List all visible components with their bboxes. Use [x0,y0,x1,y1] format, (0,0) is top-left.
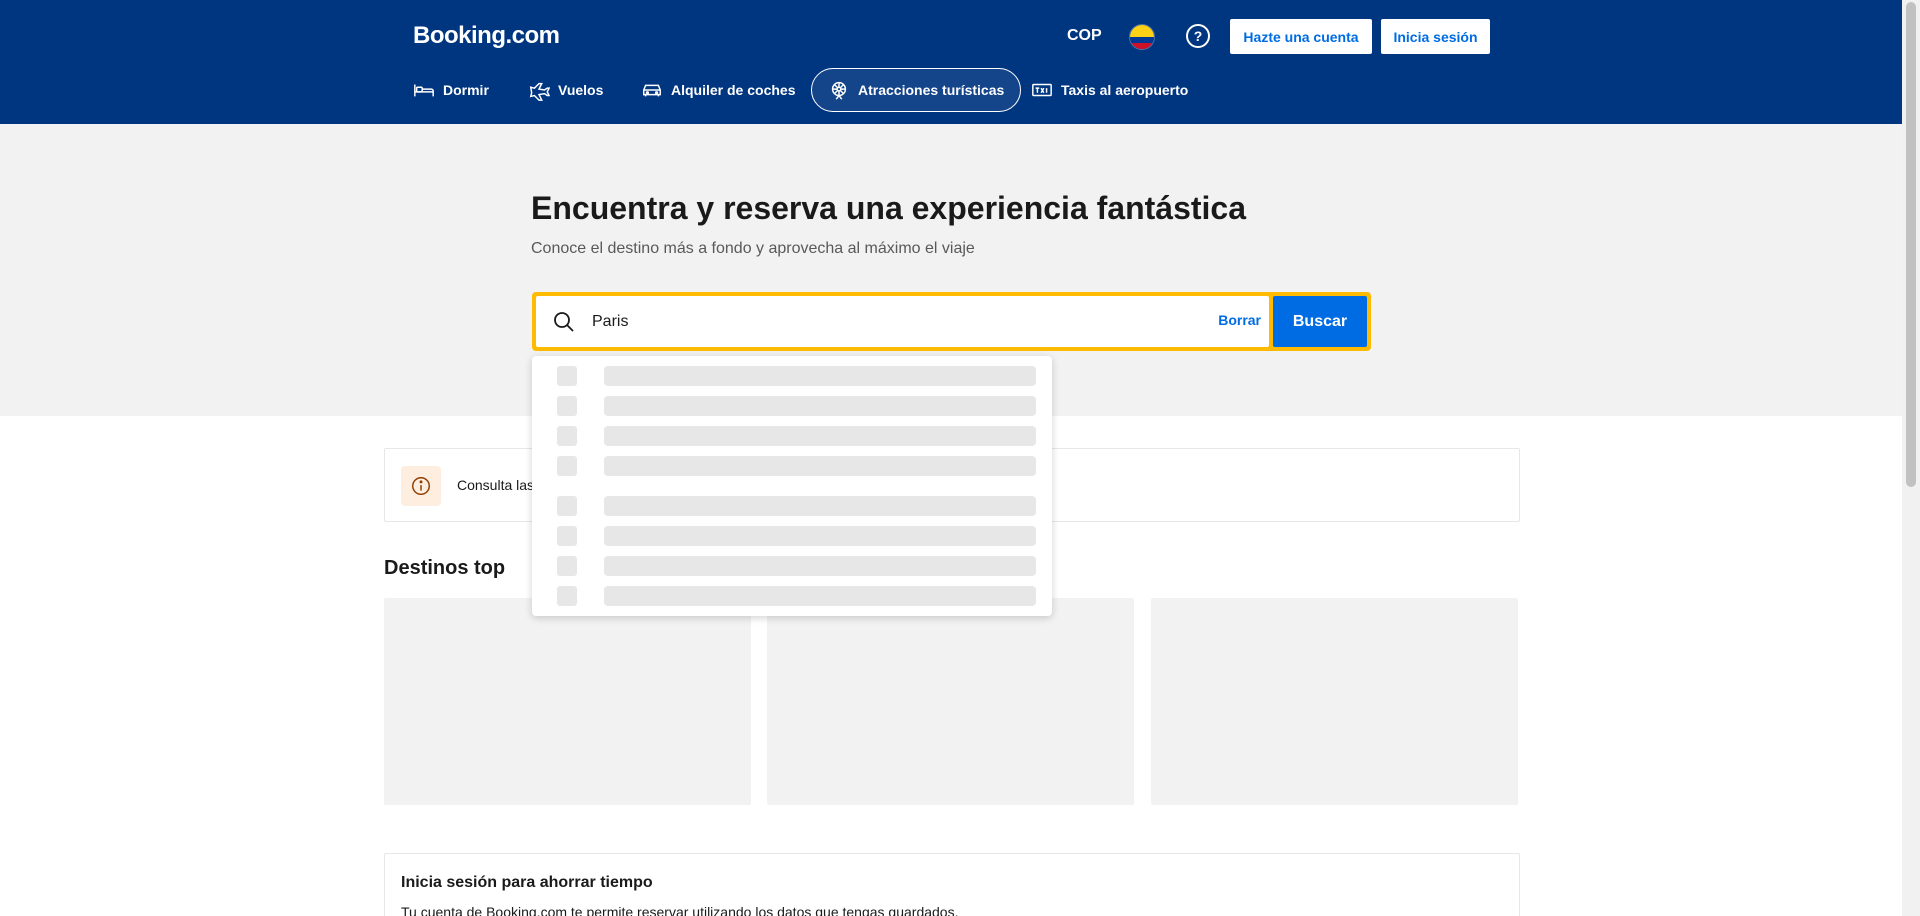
nav-item-airport-taxis[interactable]: Taxis al aeropuerto [1031,68,1188,112]
skeleton-suggestion [557,526,1036,546]
skeleton-suggestion [557,556,1036,576]
page-scrollbar[interactable] [1902,0,1920,916]
plane-icon [529,82,550,101]
signin-prompt-title: Inicia sesión para ahorrar tiempo [401,874,653,891]
page-title: Encuentra y reserva una experiencia fant… [531,190,1247,226]
nav-item-label: Vuelos [558,82,604,98]
clear-button[interactable]: Borrar [1218,312,1261,328]
skeleton-suggestion [557,456,1036,476]
search-field[interactable]: Borrar [536,296,1269,347]
search-button[interactable]: Buscar [1273,296,1367,347]
search-bar: Borrar Buscar [532,292,1371,351]
info-icon [401,466,441,506]
destination-card[interactable] [767,598,1134,805]
skeleton-suggestion [557,426,1036,446]
nav-item-car-rental[interactable]: Alquiler de coches [641,68,795,112]
nav-item-attractions[interactable]: Atracciones turísticas [811,68,1022,112]
bed-icon [414,84,434,97]
signin-prompt-text: Tu cuenta de Booking.com te permite rese… [401,904,959,916]
ferris-wheel-icon [831,81,847,100]
help-icon[interactable]: ? [1186,24,1210,48]
top-destinations-title: Destinos top [384,557,506,579]
destination-card[interactable] [1151,598,1518,805]
nav-item-label: Atracciones turísticas [858,82,1005,98]
search-icon [554,312,574,332]
nav-item-flights[interactable]: Vuelos [528,68,603,112]
skeleton-suggestion [557,496,1036,516]
site-header: Booking.com COP ? Hazte una cuenta Inici… [0,0,1902,124]
signup-button[interactable]: Hazte una cuenta [1230,19,1372,54]
page-subtitle: Conoce el destino más a fondo y aprovech… [531,240,975,257]
nav-item-stays[interactable]: Dormir [413,68,489,112]
booking-logo[interactable]: Booking.com [413,22,560,50]
signin-prompt: Inicia sesión para ahorrar tiempo Tu cue… [384,853,1520,916]
skeleton-suggestion [557,366,1036,386]
skeleton-suggestion [557,586,1036,606]
autocomplete-dropdown [532,356,1052,616]
car-icon [643,84,661,97]
scrollbar-thumb[interactable] [1906,2,1916,487]
search-input[interactable] [592,304,1152,340]
notice-text: Consulta las [457,477,535,493]
signin-button[interactable]: Inicia sesión [1381,19,1490,54]
taxi-icon [1032,83,1052,97]
colombia-flag-icon[interactable] [1129,24,1155,50]
nav-item-label: Dormir [443,82,489,98]
nav-item-label: Taxis al aeropuerto [1061,82,1189,98]
destination-card[interactable] [384,598,751,805]
skeleton-suggestion [557,396,1036,416]
currency-selector[interactable]: COP [1067,27,1102,45]
nav-item-label: Alquiler de coches [671,82,796,98]
